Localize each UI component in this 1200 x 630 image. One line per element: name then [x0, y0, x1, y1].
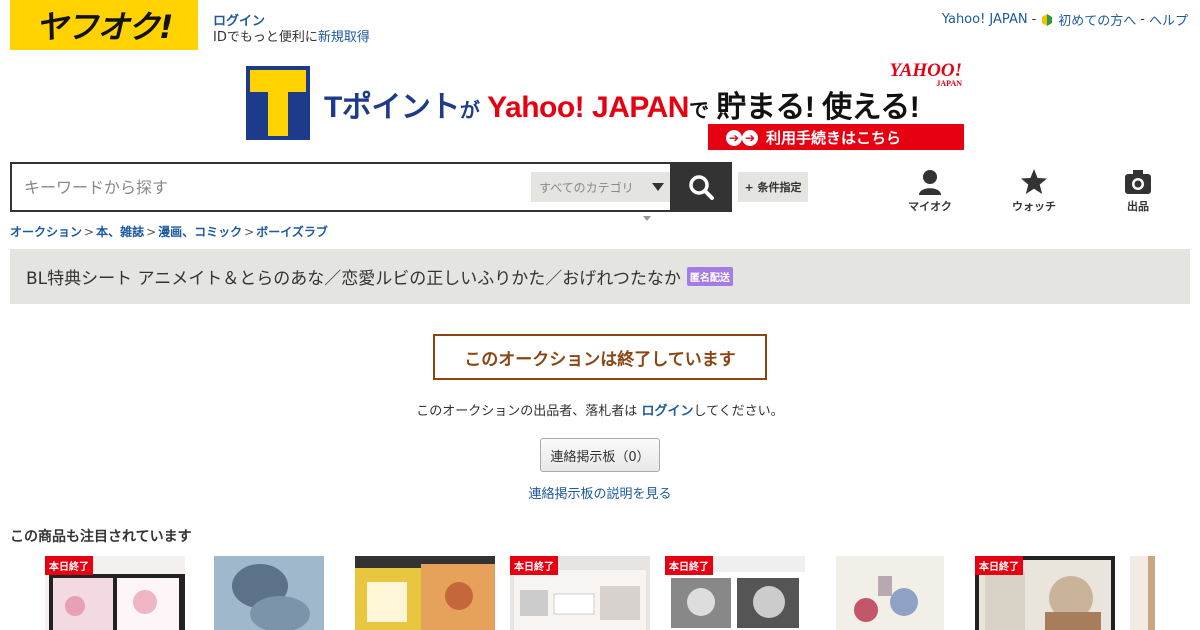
watch-label: ウォッチ	[1012, 200, 1056, 213]
item-thumbnail	[820, 556, 960, 630]
contact-board-button[interactable]: 連絡掲示板（0）	[540, 438, 660, 472]
item-title: BL特典シート アニメイト＆とらのあな／恋愛ルビの正しいふりかた／おげれつたなか	[26, 269, 681, 289]
first-time-link[interactable]: 初めての方へ	[1058, 10, 1136, 29]
breadcrumb-separator: >	[84, 225, 95, 239]
recommended-item[interactable]: 本日終了	[975, 556, 1115, 630]
sell-label: 出品	[1127, 200, 1149, 213]
star-icon	[1021, 169, 1047, 194]
banner-cta-label: 利用手続きはこちら	[766, 128, 902, 147]
login-prompt-after: してください。	[693, 404, 784, 419]
ending-today-badge: 本日終了	[510, 556, 558, 575]
search-input[interactable]	[12, 164, 512, 210]
login-subtext: IDでもっと便利に新規取得	[213, 26, 370, 45]
recommended-item[interactable]: 本日終了	[665, 556, 805, 630]
arrow-icon: ➔ ➔	[726, 128, 758, 146]
logo-text: ヤフオク!	[35, 8, 174, 46]
item-title-bar: BL特典シート アニメイト＆とらのあな／恋愛ルビの正しいふりかた／おげれつたなか…	[10, 249, 1190, 304]
dropdown-caret-icon	[643, 216, 651, 221]
caret-down-icon	[652, 183, 664, 191]
breadcrumb-item-auction[interactable]: オークション	[10, 225, 82, 239]
banner-cta-button[interactable]: ➔ ➔ 利用手続きはこちら	[708, 124, 964, 150]
breadcrumb-separator: >	[146, 225, 157, 239]
banner-headline: Tポイントが Yahoo! JAPANで 貯まる! 使える!	[324, 82, 920, 126]
anonymous-shipping-badge: 匿名配送	[686, 267, 733, 286]
myauction-nav[interactable]: マイオク	[900, 168, 960, 214]
recommended-heading: この商品も注目されています	[10, 529, 192, 545]
camera-icon	[1125, 170, 1151, 194]
yahoo-logo-sub: JAPAN	[936, 79, 962, 88]
beginner-leaf-icon	[1042, 13, 1053, 26]
register-link[interactable]: 新規取得	[318, 30, 370, 45]
breadcrumb-item-books[interactable]: 本、雑誌	[96, 225, 144, 239]
banner-de: で	[688, 100, 709, 122]
breadcrumb-separator: >	[244, 225, 255, 239]
recommended-item[interactable]	[820, 556, 960, 630]
banner-ga: が	[459, 100, 480, 122]
contact-board-help-link[interactable]: 連絡掲示板の説明を見る	[0, 483, 1200, 502]
item-thumbnail	[355, 556, 495, 630]
login-prompt-before: このオークションの出品者、落札者は	[416, 404, 642, 419]
sell-nav[interactable]: 出品	[1108, 168, 1168, 214]
category-select[interactable]: すべてのカテゴリ	[531, 172, 672, 202]
watch-nav[interactable]: ウォッチ	[1004, 168, 1064, 214]
top-links: Yahoo! JAPAN - 初めての方へ - ヘルプ	[942, 10, 1188, 29]
recommended-item[interactable]: 本日終了	[45, 556, 185, 630]
tpoint-logo-icon	[246, 66, 310, 140]
condition-button[interactable]: + 条件指定	[738, 172, 808, 202]
auction-ended-notice: このオークションは終了しています	[433, 334, 767, 380]
breadcrumb-item-boyslove[interactable]: ボーイズラブ	[256, 225, 328, 239]
item-thumbnail	[200, 556, 340, 630]
yahoo-logo-main: YAHOO!	[889, 60, 962, 81]
item-thumbnail	[1130, 556, 1155, 630]
tpoint-banner[interactable]: Tポイントが Yahoo! JAPANで 貯まる! 使える! YAHOO! JA…	[246, 60, 966, 152]
yahoo-japan-logo: YAHOO! JAPAN	[889, 60, 962, 88]
separator: -	[1031, 12, 1037, 27]
search-bar: すべてのカテゴリ	[10, 162, 732, 212]
banner-tamaru: 貯まる! 使える!	[716, 91, 920, 124]
banner-tpoint: Tポイント	[324, 91, 460, 124]
search-icon	[689, 175, 714, 200]
login-prompt-link[interactable]: ログイン	[641, 404, 693, 419]
login-sub-text: IDでもっと便利に	[213, 30, 318, 45]
person-icon	[919, 170, 941, 195]
ending-today-badge: 本日終了	[665, 556, 713, 575]
myauction-label: マイオク	[908, 200, 952, 213]
recommended-item[interactable]	[1130, 556, 1155, 630]
breadcrumb-item-comics[interactable]: 漫画、コミック	[158, 225, 242, 239]
help-link[interactable]: ヘルプ	[1149, 10, 1188, 29]
category-select-label: すべてのカテゴリ	[539, 180, 634, 195]
recommended-item[interactable]: 本日終了	[510, 556, 650, 630]
separator: -	[1140, 12, 1145, 27]
yahoo-japan-link[interactable]: Yahoo! JAPAN	[942, 12, 1028, 27]
recommended-item[interactable]	[355, 556, 495, 630]
recommended-item[interactable]	[200, 556, 340, 630]
login-prompt: このオークションの出品者、落札者は ログインしてください。	[0, 400, 1200, 419]
ending-today-badge: 本日終了	[45, 556, 93, 575]
banner-yahoo-japan: Yahoo! JAPAN	[487, 91, 689, 124]
ending-today-badge: 本日終了	[975, 556, 1023, 575]
search-button[interactable]	[670, 162, 732, 212]
breadcrumb: オークション > 本、雑誌 > 漫画、コミック > ボーイズラブ	[10, 223, 328, 240]
yahuoku-logo[interactable]: ヤフオク!	[10, 0, 198, 50]
